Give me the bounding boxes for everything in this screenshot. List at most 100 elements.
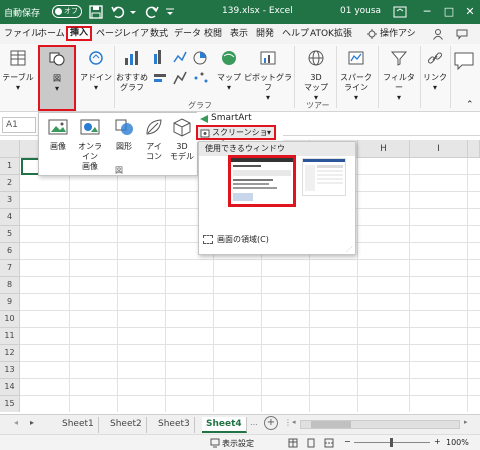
collapse-ribbon-icon[interactable]: ⌃ — [466, 100, 474, 110]
screen-clipping-option[interactable]: 画面の領域(C) — [203, 234, 269, 246]
tab-view[interactable]: 表示 — [230, 27, 248, 42]
select-all-corner[interactable] — [0, 140, 20, 158]
tab-tell-me[interactable]: 操作アシ — [380, 27, 416, 42]
sheet-tab-active[interactable]: Sheet4 — [202, 417, 247, 433]
shapes-button[interactable]: 図形 — [109, 117, 139, 152]
close-button[interactable]: ✕ — [461, 3, 479, 21]
tell-me-icon[interactable] — [366, 28, 378, 40]
sparkline-icon — [348, 51, 364, 65]
maximize-button[interactable]: □ — [440, 3, 458, 21]
undo-icon[interactable] — [110, 4, 126, 20]
link-button[interactable]: リンク ▾ — [422, 46, 448, 93]
row-header[interactable]: 14 — [0, 379, 20, 396]
normal-view-icon[interactable] — [288, 438, 298, 448]
row-header[interactable]: 1 — [0, 158, 20, 175]
comment-insert-icon[interactable] — [452, 50, 476, 72]
zoom-out-button[interactable]: − — [344, 437, 351, 446]
redo-icon[interactable] — [144, 4, 160, 20]
ribbon-display-icon[interactable] — [392, 4, 408, 20]
row-header[interactable]: 10 — [0, 311, 20, 328]
recommended-charts-button[interactable]: おすすめ グラフ — [116, 46, 148, 93]
tab-splitter-icon[interactable]: ⋮ — [284, 418, 292, 427]
column-header[interactable]: I — [410, 140, 468, 158]
next-sheet-icon[interactable]: ▸ — [30, 418, 34, 427]
scroll-right-icon[interactable]: ▸ — [464, 418, 468, 426]
scroll-left-icon[interactable]: ◂ — [292, 418, 296, 426]
grid-line — [20, 310, 480, 311]
map-3d-button[interactable]: 3D マップ ▾ — [298, 46, 334, 103]
page-layout-icon[interactable] — [306, 438, 316, 448]
tab-file[interactable]: ファイル — [4, 27, 40, 42]
window-thumbnail-2[interactable] — [302, 158, 346, 196]
image-button[interactable]: 画像 — [43, 117, 73, 152]
sparkline-button[interactable]: スパーク ライン ▾ — [338, 46, 374, 103]
undo-dropdown-icon[interactable] — [128, 4, 138, 20]
sheet-tab[interactable]: Sheet1 — [58, 417, 99, 433]
tab-review[interactable]: 校閲 — [204, 27, 222, 42]
pivot-chart-button[interactable]: ピボットグラフ ▾ — [244, 46, 292, 103]
column-header[interactable]: H — [358, 140, 410, 158]
window-thumbnail-1[interactable] — [228, 155, 296, 207]
zoom-in-button[interactable]: + — [434, 437, 441, 446]
grid-line — [20, 395, 480, 396]
scrollbar-thumb[interactable] — [311, 421, 351, 428]
autosave-state: オフ — [64, 7, 78, 15]
tab-data[interactable]: データ — [174, 27, 201, 42]
horizontal-scrollbar[interactable] — [300, 420, 460, 429]
row-header[interactable]: 15 — [0, 396, 20, 412]
icons-button[interactable]: アイ コン — [139, 117, 169, 162]
filter-icon — [390, 51, 408, 66]
new-sheet-button[interactable]: + — [264, 416, 278, 430]
user-name[interactable]: 01 yousa — [340, 6, 381, 16]
row-header[interactable]: 9 — [0, 294, 20, 311]
resize-grip-icon[interactable]: ⋰ — [346, 246, 352, 253]
sheet-tab[interactable]: Sheet2 — [106, 417, 147, 433]
row-header[interactable]: 11 — [0, 328, 20, 345]
save-icon[interactable] — [88, 4, 104, 20]
sheet-tab[interactable]: Sheet3 — [154, 417, 195, 433]
tab-layout[interactable]: レイア — [122, 27, 149, 42]
3d-model-button[interactable]: 3D モデル — [167, 117, 197, 162]
customize-qat-icon[interactable] — [164, 4, 176, 20]
tab-home[interactable]: ホーム — [38, 27, 65, 42]
zoom-level[interactable]: 100% — [446, 438, 469, 447]
autosave-toggle[interactable]: オフ — [52, 5, 82, 18]
tab-insert[interactable]: 挿入 — [66, 26, 93, 41]
tab-page[interactable]: ページ — [96, 27, 123, 42]
tab-help[interactable]: ヘルプ — [282, 27, 309, 42]
filter-button[interactable]: フィルター ▾ — [380, 46, 418, 103]
pivot-chart-label: ピボットグラフ — [244, 73, 292, 92]
chart-type-icons[interactable] — [152, 48, 216, 94]
row-header[interactable]: 12 — [0, 345, 20, 362]
grid-line — [20, 327, 480, 328]
comment-icon[interactable] — [456, 28, 468, 40]
tab-atok[interactable]: ATOK拡張 — [310, 27, 352, 42]
page-break-icon[interactable] — [324, 438, 334, 448]
minimize-button[interactable]: ─ — [418, 3, 436, 21]
row-header[interactable]: 6 — [0, 243, 20, 260]
screenshot-button[interactable]: スクリーンショット ▾ — [196, 125, 276, 148]
map-button[interactable]: マップ ▾ — [216, 46, 242, 93]
row-header[interactable]: 4 — [0, 209, 20, 226]
prev-sheet-icon[interactable]: ◂ — [14, 418, 18, 427]
table-icon — [10, 50, 26, 66]
more-sheets-icon[interactable]: … — [250, 418, 258, 427]
zoom-slider-thumb[interactable] — [390, 438, 393, 447]
row-header[interactable]: 13 — [0, 362, 20, 379]
person-icon[interactable] — [432, 28, 444, 40]
row-header[interactable]: 8 — [0, 277, 20, 294]
row-header[interactable]: 2 — [0, 175, 20, 192]
addin-button[interactable]: アドイン ▾ — [80, 46, 112, 93]
tab-developer[interactable]: 開発 — [256, 27, 274, 42]
display-settings[interactable]: 表示設定 — [222, 438, 254, 449]
name-box[interactable]: A1 — [2, 117, 36, 133]
smartart-button[interactable]: SmartArt — [211, 113, 252, 123]
column-header[interactable] — [468, 140, 480, 158]
tab-formulas[interactable]: 数式 — [150, 27, 168, 42]
row-header[interactable]: 7 — [0, 260, 20, 277]
row-header[interactable]: 3 — [0, 192, 20, 209]
table-button[interactable]: テーブル ▾ — [2, 46, 34, 93]
online-image-button[interactable]: オンライン 画像 — [75, 117, 105, 172]
row-header[interactable]: 5 — [0, 226, 20, 243]
picture-group-button[interactable]: 図 ▾ — [38, 45, 76, 111]
